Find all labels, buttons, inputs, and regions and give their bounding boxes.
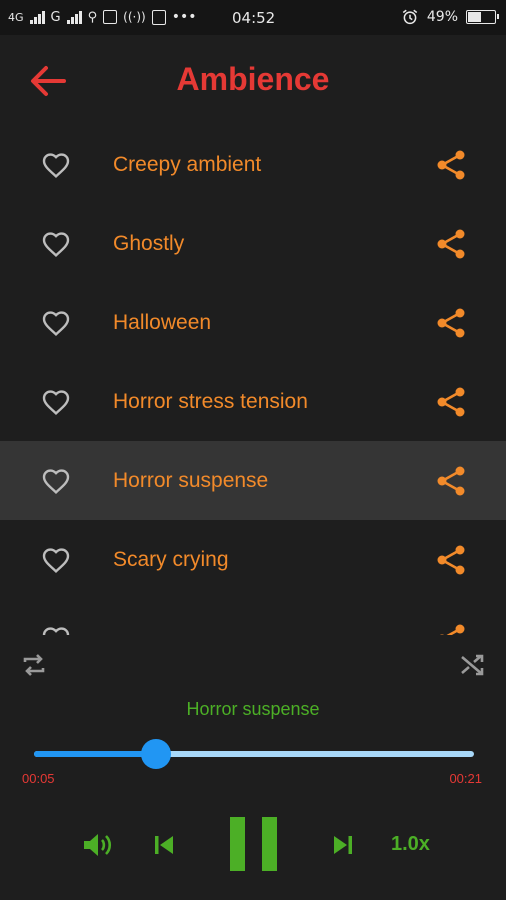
page-title: Ambience <box>176 61 330 97</box>
heart-outline-icon[interactable] <box>40 544 72 576</box>
track-row[interactable]: Creepy ambient <box>0 125 506 204</box>
pause-icon[interactable] <box>229 817 279 871</box>
track-row-partial[interactable] <box>0 599 506 635</box>
status-right: 49% <box>401 8 499 26</box>
share-icon[interactable] <box>436 465 466 497</box>
track-name: Creepy ambient <box>113 152 262 176</box>
skip-next-icon[interactable] <box>333 834 353 856</box>
storage-icon <box>151 9 166 25</box>
heart-outline-icon[interactable] <box>40 386 72 418</box>
shuffle-icon[interactable] <box>458 651 488 679</box>
track-row[interactable]: Scary crying <box>0 520 506 599</box>
heart-outline-icon[interactable] <box>40 307 72 339</box>
track-row[interactable]: Ghostly <box>0 204 506 283</box>
clock: 04:52 <box>232 9 276 27</box>
track-name: Ghostly <box>113 231 185 255</box>
share-icon[interactable] <box>436 149 466 181</box>
track-name: Horror suspense <box>113 468 269 492</box>
repeat-icon[interactable] <box>20 651 48 679</box>
track-list[interactable]: Creepy ambient Ghostly Halloween Horror str… <box>0 125 506 635</box>
notification-icon <box>103 10 118 24</box>
status-bar: 4G G ⚲ ((·)) ••• 04:52 49% <box>0 0 506 35</box>
track-row[interactable]: Horror stress tension <box>0 362 506 441</box>
seek-bar[interactable] <box>34 739 474 769</box>
player-panel: Horror suspense 00:05 00:21 1.0x <box>0 635 506 900</box>
seek-bar-thumb[interactable] <box>141 739 172 769</box>
heart-outline-icon[interactable] <box>40 149 72 181</box>
heart-outline-icon[interactable] <box>40 228 72 260</box>
share-icon[interactable] <box>436 386 466 418</box>
toolbar: Ambience <box>0 35 506 125</box>
seek-bar-progress <box>34 751 157 757</box>
hotspot-icon: ((·)) <box>123 10 146 24</box>
track-name: Scary crying <box>113 547 229 571</box>
track-row[interactable]: Halloween <box>0 283 506 362</box>
signal-icon <box>29 10 45 24</box>
track-name: Horror stress tension <box>113 389 308 413</box>
share-icon[interactable] <box>436 623 466 635</box>
network-4g-label: 4G <box>8 10 24 24</box>
more-notifications-icon: ••• <box>171 9 197 25</box>
share-icon[interactable] <box>436 307 466 339</box>
playback-speed-button[interactable]: 1.0x <box>391 833 430 856</box>
skip-previous-icon[interactable] <box>154 834 174 856</box>
share-icon[interactable] <box>436 228 466 260</box>
status-left: 4G G ⚲ ((·)) ••• <box>8 9 196 25</box>
network-g-label: G <box>50 9 61 25</box>
battery-icon <box>466 10 499 24</box>
battery-percent: 49% <box>426 9 458 25</box>
heart-outline-icon[interactable] <box>40 465 72 497</box>
volume-icon[interactable] <box>82 831 112 859</box>
track-row[interactable]: Horror suspense <box>0 441 506 520</box>
track-name: Halloween <box>113 310 212 334</box>
heart-outline-icon[interactable] <box>40 623 72 635</box>
alarm-icon <box>402 9 418 25</box>
now-playing-title: Horror suspense <box>186 699 320 719</box>
share-icon[interactable] <box>436 544 466 576</box>
current-time: 00:05 <box>22 771 55 786</box>
signal-icon-2 <box>66 10 82 24</box>
total-time: 00:21 <box>449 771 482 786</box>
usb-icon: ⚲ <box>87 9 98 25</box>
